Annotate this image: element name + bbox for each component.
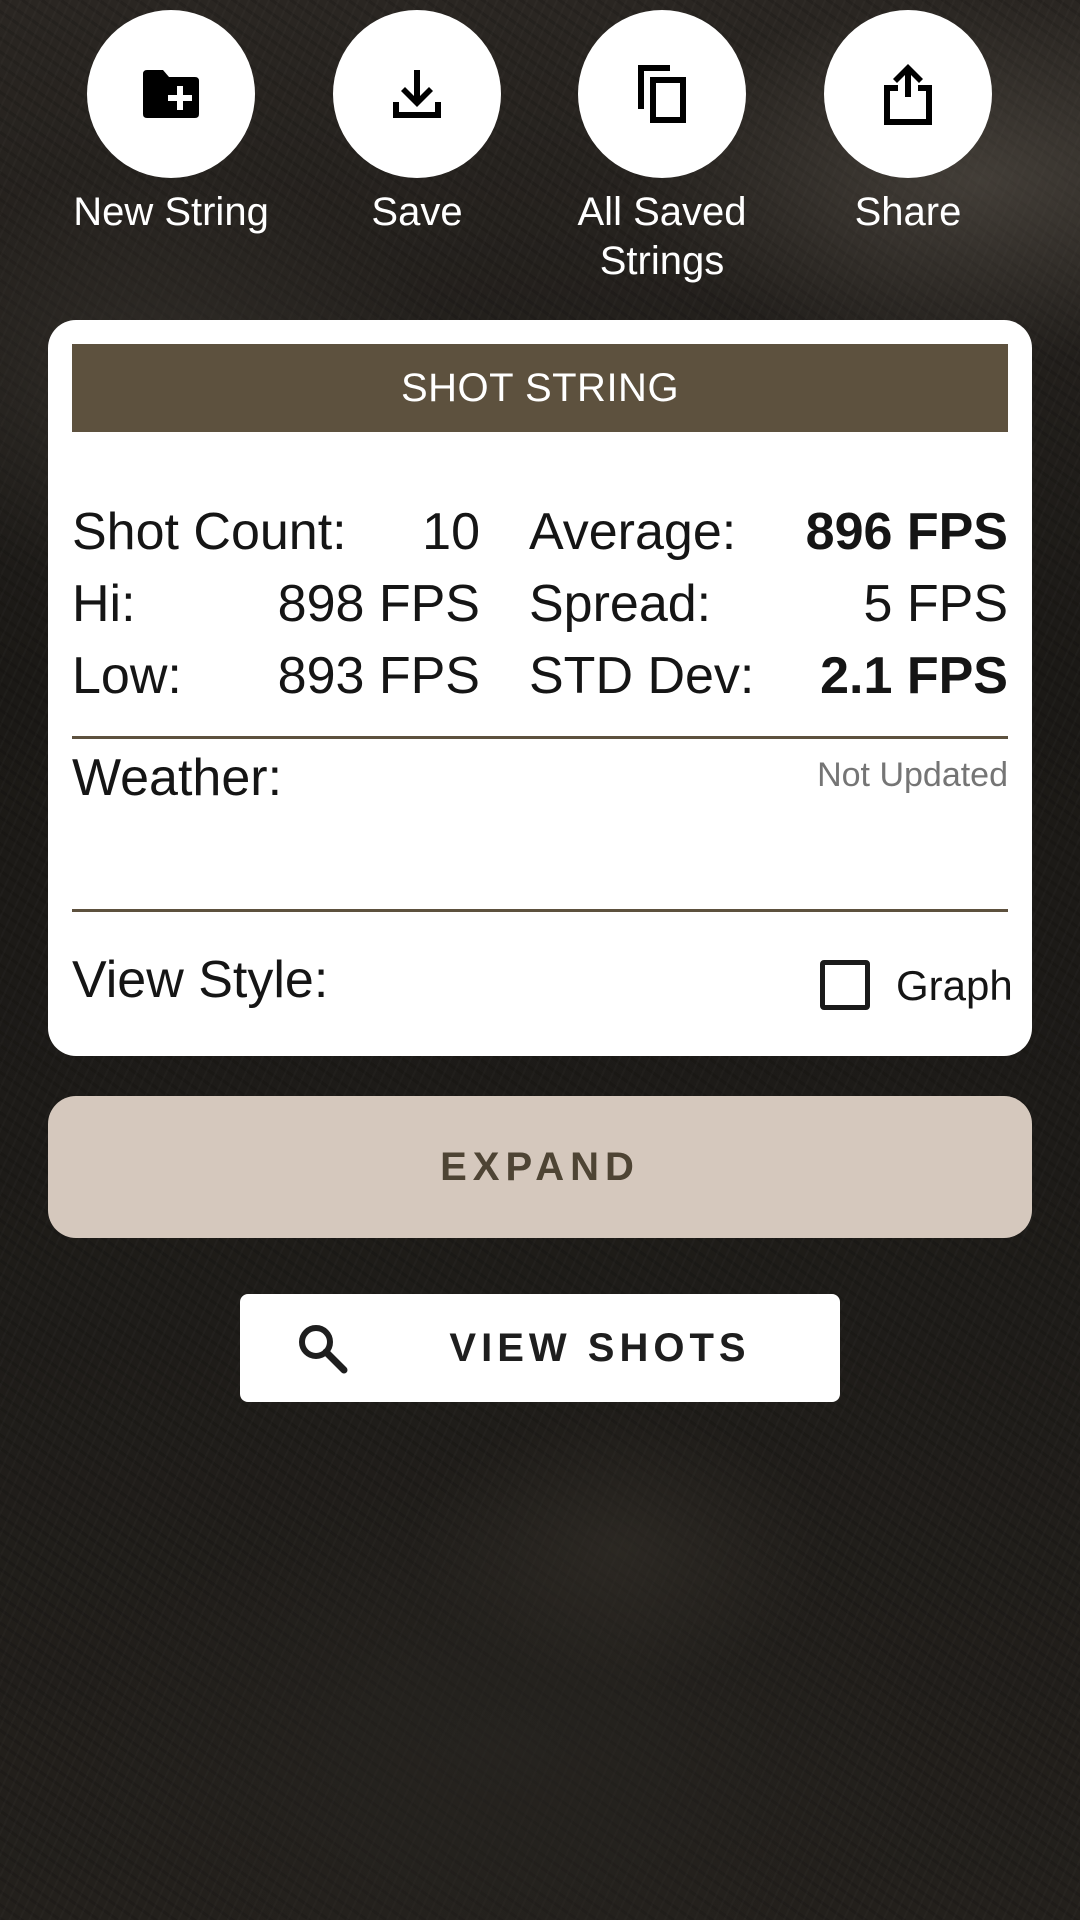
divider: [72, 736, 1008, 739]
save-button[interactable]: Save: [307, 10, 527, 237]
average-value: 896 FPS: [805, 503, 1008, 561]
graph-label[interactable]: Graph: [896, 960, 1013, 1012]
shot-count-value: 10: [422, 503, 480, 561]
share-button[interactable]: Share: [798, 10, 1018, 237]
new-string-label: New String: [73, 190, 269, 234]
search-icon: [299, 1325, 348, 1374]
save-icon-circle[interactable]: [333, 10, 501, 178]
share-icon: [884, 64, 932, 125]
std-dev-value: 2.1 FPS: [820, 647, 1008, 705]
view-style-label: View Style:: [72, 951, 329, 1009]
spread-value: 5 FPS: [863, 575, 1009, 633]
download-icon: [393, 70, 441, 118]
low-label: Low:: [72, 647, 182, 705]
all-saved-icon-circle[interactable]: [578, 10, 746, 178]
create-new-folder-icon: [143, 70, 199, 118]
card-title: SHOT STRING: [72, 344, 1008, 432]
all-saved-strings-label: All Saved Strings: [552, 188, 772, 286]
all-saved-strings-button[interactable]: All Saved Strings: [552, 10, 772, 286]
spread-label: Spread:: [529, 575, 712, 633]
hi-value: 898 FPS: [277, 575, 480, 633]
low-value: 893 FPS: [277, 647, 480, 705]
expand-button[interactable]: EXPAND: [48, 1096, 1032, 1238]
action-toolbar: New String Save All Saved Strings Share: [0, 10, 1080, 283]
share-icon-circle[interactable]: [824, 10, 992, 178]
new-string-button[interactable]: New String: [61, 10, 281, 237]
divider: [72, 909, 1008, 912]
all-saved-line1: All Saved: [577, 190, 747, 234]
shot-count-label: Shot Count:: [72, 503, 347, 561]
share-label: Share: [854, 190, 962, 234]
graph-checkbox[interactable]: [820, 960, 870, 1010]
hi-label: Hi:: [72, 575, 136, 633]
average-label: Average:: [529, 503, 737, 561]
copy-icon: [638, 65, 686, 123]
weather-status: Not Updated: [817, 756, 1008, 794]
new-string-icon-circle[interactable]: [87, 10, 255, 178]
all-saved-line2: Strings: [599, 239, 725, 283]
weather-label: Weather:: [72, 749, 283, 807]
save-label: Save: [371, 190, 463, 234]
shot-string-card: SHOT STRING Shot Count: 10 Average: 896 …: [48, 320, 1032, 1056]
view-shots-button[interactable]: VIEW SHOTS: [240, 1294, 840, 1402]
view-shots-label: VIEW SHOTS: [449, 1325, 751, 1370]
